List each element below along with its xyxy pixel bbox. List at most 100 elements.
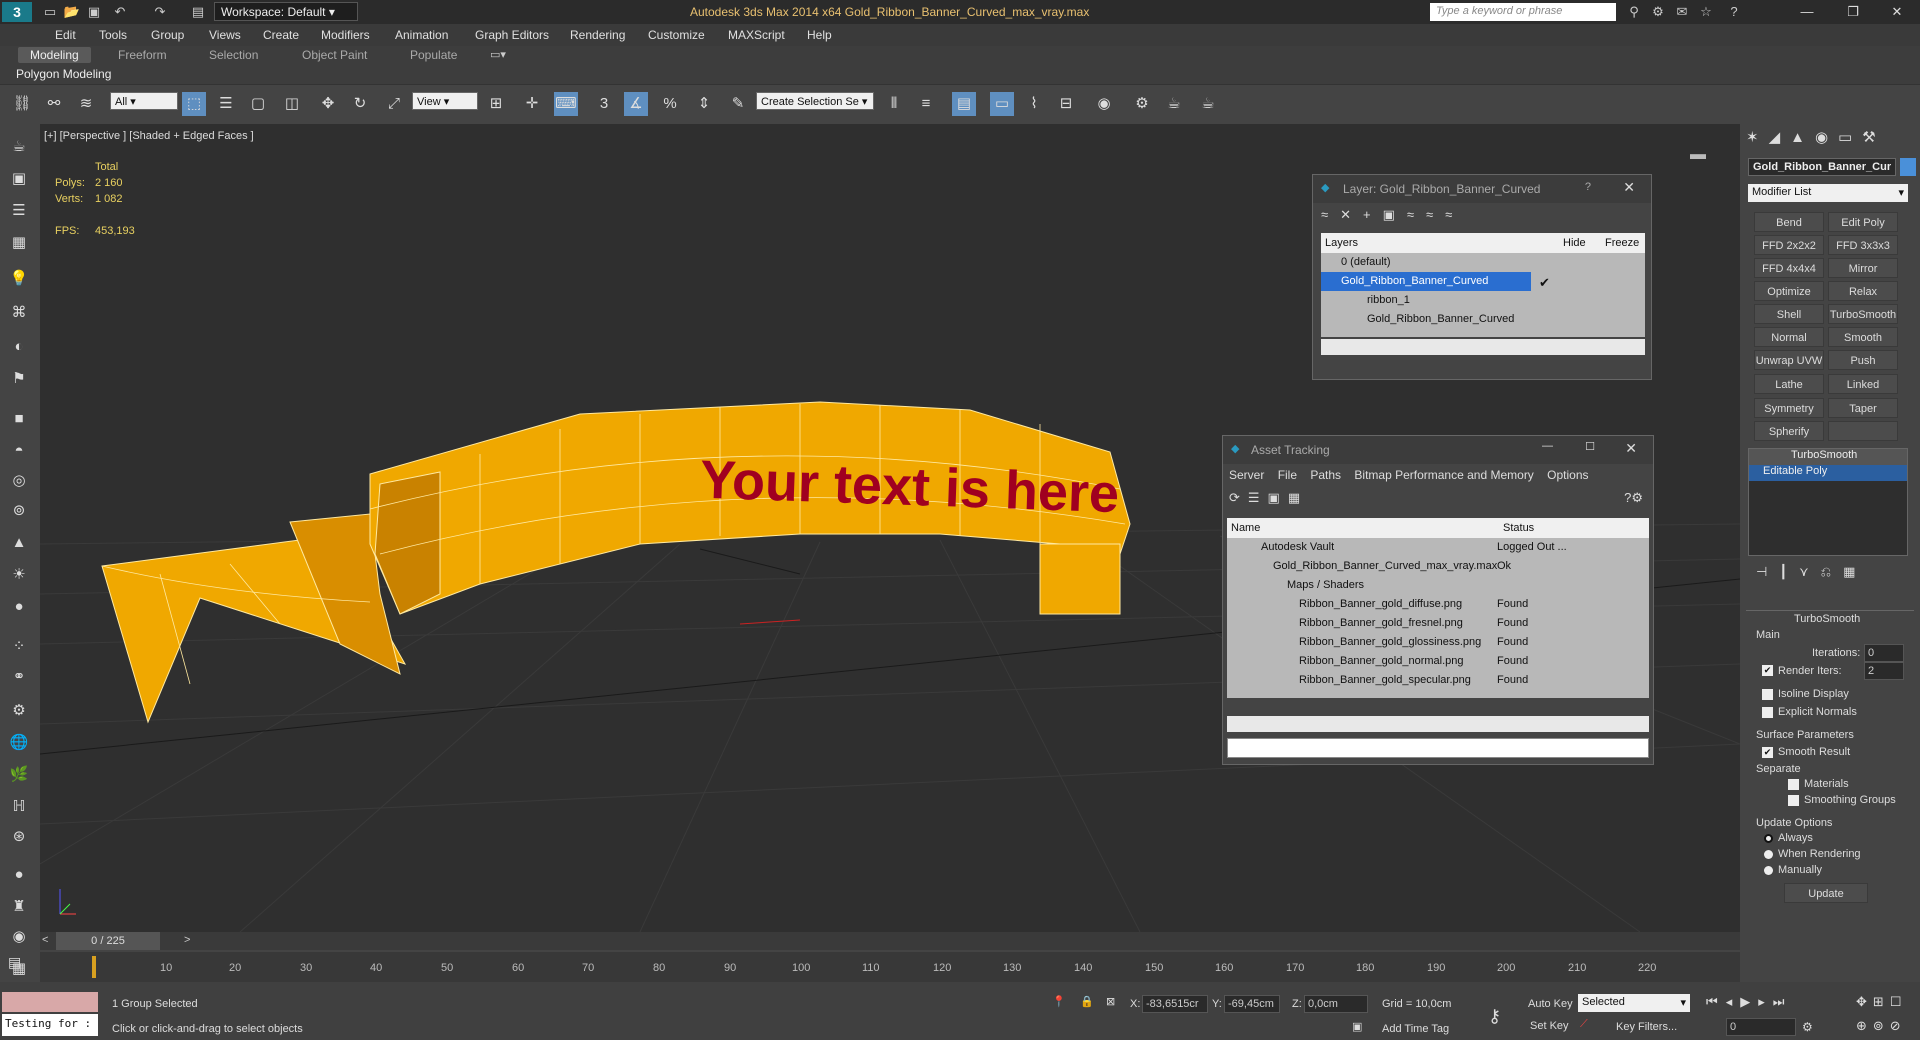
window-crossing-icon[interactable]: ◫ bbox=[280, 92, 304, 116]
layer-row[interactable]: ribbon_1 bbox=[1321, 291, 1645, 310]
menu-edit[interactable]: Edit bbox=[55, 28, 76, 42]
asset-hscrollbar[interactable] bbox=[1227, 716, 1649, 732]
current-layer-check-icon[interactable]: ✔ bbox=[1539, 275, 1550, 291]
app-logo[interactable]: 3 bbox=[2, 2, 32, 22]
asset-row[interactable]: Ribbon_Banner_gold_glossiness.png Found bbox=[1227, 633, 1649, 652]
asset-row[interactable]: Autodesk Vault Logged Out ... bbox=[1227, 538, 1649, 557]
molecule-icon[interactable]: ⚭ bbox=[6, 664, 32, 690]
render-iters-spinner[interactable]: 2 bbox=[1864, 662, 1904, 680]
search-input[interactable]: Type a keyword or phrase bbox=[1430, 3, 1616, 21]
asset-path-field[interactable] bbox=[1227, 738, 1649, 758]
favorites-star-icon[interactable]: ☆ bbox=[1696, 3, 1716, 21]
modifier-button[interactable]: Spherify bbox=[1754, 421, 1824, 441]
absolute-mode-icon[interactable]: ⊠ bbox=[1106, 995, 1115, 1008]
time-next-icon[interactable]: > bbox=[184, 934, 190, 946]
asset-row[interactable]: Ribbon_Banner_gold_fresnel.png Found bbox=[1227, 614, 1649, 633]
modifier-button[interactable]: Lathe bbox=[1754, 374, 1824, 394]
modifier-button[interactable]: FFD 4x4x4 bbox=[1754, 258, 1824, 278]
modifier-button[interactable] bbox=[1828, 421, 1898, 441]
unlink-icon[interactable]: ⚯ bbox=[42, 92, 66, 116]
layer-toolbar-icons[interactable]: ≈✕+▣≈≈≈ bbox=[1321, 207, 1464, 223]
layer-explorer-icon[interactable]: ▤ bbox=[952, 92, 976, 116]
select-link-icon[interactable]: ⛓ bbox=[10, 92, 34, 116]
time-slider[interactable]: < 0 / 225 > bbox=[40, 932, 1740, 950]
stack-toolbar-icons[interactable]: ⊣┃⋎⎌▦ bbox=[1756, 564, 1867, 580]
move-icon[interactable]: ✥ bbox=[316, 92, 340, 116]
modifier-button[interactable]: TurboSmooth bbox=[1828, 304, 1898, 324]
tab-freeform[interactable]: Freeform bbox=[118, 48, 167, 62]
object-name-field[interactable]: Gold_Ribbon_Banner_Cur bbox=[1748, 158, 1896, 176]
list-icon[interactable]: ☰ bbox=[6, 198, 32, 224]
menu-help[interactable]: Help bbox=[807, 28, 832, 42]
menu-tools[interactable]: Tools bbox=[99, 28, 127, 42]
chess-icon[interactable]: ♜ bbox=[6, 894, 32, 920]
blue-sphere-icon[interactable]: ● bbox=[6, 862, 32, 888]
project-folder-icon[interactable]: ▤ bbox=[188, 3, 208, 21]
add-time-tag[interactable]: Add Time Tag bbox=[1382, 1023, 1449, 1035]
set-key-icon[interactable]: ⟋ bbox=[1580, 1018, 1588, 1031]
open-file-icon[interactable]: 📂 bbox=[62, 3, 82, 21]
select-object-icon[interactable]: ⬚ bbox=[182, 92, 206, 116]
time-prev-icon[interactable]: < bbox=[42, 934, 48, 946]
asset-menu-server[interactable]: Server bbox=[1229, 468, 1264, 482]
new-file-icon[interactable]: ▭ bbox=[40, 3, 60, 21]
mini-curve-editor-icon[interactable]: ▤ bbox=[8, 954, 21, 971]
maxscript-listener-pink[interactable] bbox=[2, 992, 98, 1012]
bind-space-warp-icon[interactable]: ≋ bbox=[74, 92, 98, 116]
fur-icon[interactable]: ⊛ bbox=[6, 824, 32, 850]
modifier-button[interactable]: Shell bbox=[1754, 304, 1824, 324]
iterations-spinner[interactable]: 0 bbox=[1864, 644, 1904, 662]
gold-ribbon-banner[interactable]: Your text is here bbox=[101, 401, 1131, 724]
keyboard-shortcut-icon[interactable]: ⌨ bbox=[554, 92, 578, 116]
layer-row[interactable]: Gold_Ribbon_Banner_Curved bbox=[1321, 272, 1531, 291]
smoothing-groups-checkbox[interactable] bbox=[1788, 795, 1799, 806]
modifier-button[interactable]: Edit Poly bbox=[1828, 212, 1898, 232]
asset-row[interactable]: Ribbon_Banner_gold_specular.png Found bbox=[1227, 671, 1649, 690]
layer-row[interactable]: Gold_Ribbon_Banner_Curved bbox=[1321, 310, 1645, 329]
torus-icon[interactable]: ⊚ bbox=[6, 498, 32, 524]
percent-snap-icon[interactable]: % bbox=[658, 92, 682, 116]
playback-controls[interactable]: ⏮◂▶▸⏭ bbox=[1706, 994, 1792, 1010]
redo-icon[interactable]: ↷ bbox=[150, 3, 170, 21]
track-bar[interactable] bbox=[40, 952, 1740, 982]
asset-row[interactable]: Ribbon_Banner_gold_diffuse.png Found bbox=[1227, 595, 1649, 614]
globe-icon[interactable]: 🌐 bbox=[6, 730, 32, 756]
tab-populate[interactable]: Populate bbox=[410, 48, 457, 62]
nav-controls[interactable]: ✥⊞☐ bbox=[1856, 994, 1907, 1010]
rollout-title[interactable]: TurboSmooth bbox=[1794, 613, 1860, 625]
modifier-button[interactable]: Bend bbox=[1754, 212, 1824, 232]
box-primitive-icon[interactable]: ■ bbox=[6, 406, 32, 432]
rendered-frame-icon[interactable]: ☕ bbox=[1162, 92, 1186, 116]
menu-graph-editors[interactable]: Graph Editors bbox=[475, 28, 549, 42]
communication-icon[interactable]: ✉ bbox=[1672, 3, 1692, 21]
render-production-icon[interactable]: ☕ bbox=[1196, 92, 1220, 116]
curve-editor-icon[interactable]: ⌇ bbox=[1022, 92, 1046, 116]
asset-row[interactable]: Gold_Ribbon_Banner_Curved_max_vray.maxOk bbox=[1227, 557, 1649, 576]
pivot-center-icon[interactable]: ⊞ bbox=[484, 92, 508, 116]
plant-icon[interactable]: 🌿 bbox=[6, 762, 32, 788]
lock-selection-icon[interactable]: 🔒 bbox=[1080, 995, 1094, 1008]
grid-icon[interactable]: ⁘ bbox=[6, 634, 32, 660]
selection-filter-dropdown[interactable]: All ▾ bbox=[110, 92, 178, 110]
render-iters-checkbox[interactable]: ✔ bbox=[1762, 665, 1773, 676]
maxscript-mini-listener[interactable]: Testing for : bbox=[2, 1014, 98, 1036]
close-icon[interactable]: ✕ bbox=[1874, 0, 1920, 24]
ribbon-options-icon[interactable]: ▭▾ bbox=[490, 48, 506, 61]
subscription-icon[interactable]: ⚙ bbox=[1648, 3, 1668, 21]
reference-coord-dropdown[interactable]: View ▾ bbox=[412, 92, 478, 110]
command-panel-tabs[interactable]: ✶◢▲◉▭⚒ bbox=[1746, 128, 1886, 146]
minimize-icon[interactable]: — bbox=[1784, 0, 1830, 24]
asset-row[interactable]: Ribbon_Banner_gold_normal.png Found bbox=[1227, 652, 1649, 671]
smooth-result-checkbox[interactable]: ✔ bbox=[1762, 747, 1773, 758]
select-by-name-icon[interactable]: ☰ bbox=[214, 92, 238, 116]
asset-toolbar-icons[interactable]: ⟳☰▣▦ bbox=[1229, 490, 1308, 506]
modifier-button[interactable]: Unwrap UVW bbox=[1754, 350, 1824, 370]
modifier-button[interactable]: Push bbox=[1828, 350, 1898, 370]
stack-item-editable-poly[interactable]: Editable Poly bbox=[1749, 465, 1907, 481]
rotate-icon[interactable]: ↻ bbox=[348, 92, 372, 116]
menu-create[interactable]: Create bbox=[263, 28, 299, 42]
rect-selection-icon[interactable]: ▢ bbox=[246, 92, 270, 116]
mirror-icon[interactable]: ⫴ bbox=[882, 92, 906, 116]
viewport-label[interactable]: [+] [Perspective ] [Shaded + Edged Faces… bbox=[44, 130, 254, 142]
selection-set-dropdown[interactable]: Selected ▾ bbox=[1578, 994, 1690, 1012]
